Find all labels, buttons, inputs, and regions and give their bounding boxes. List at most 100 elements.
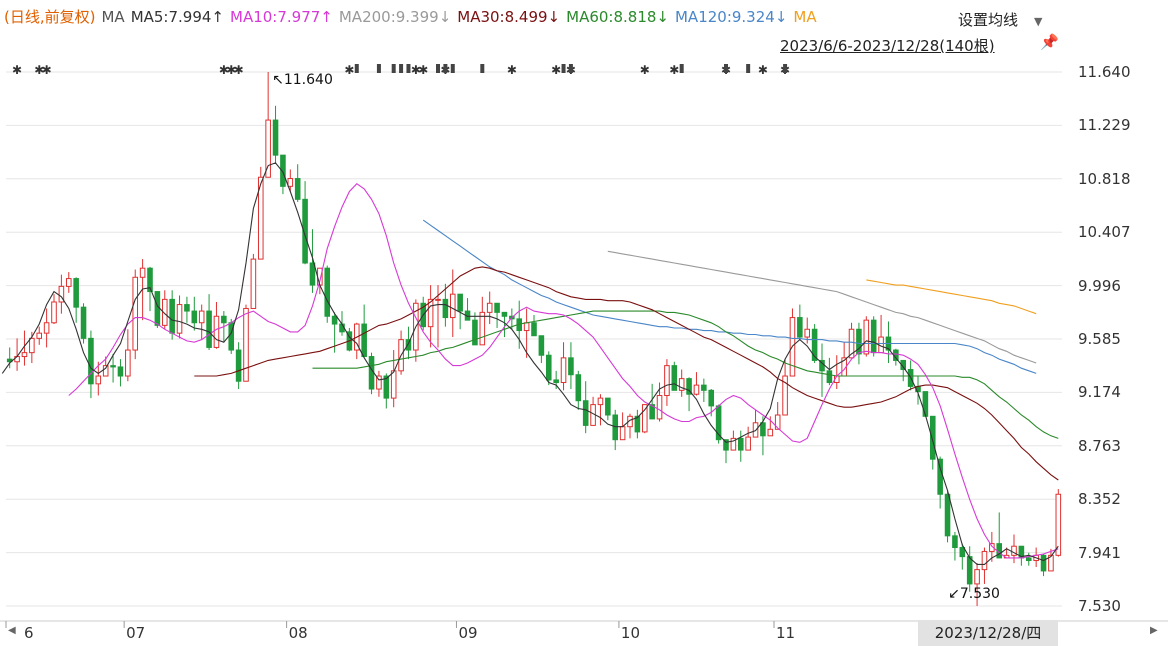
candle-117 [870,316,877,357]
candle-16 [125,329,131,382]
candle-71 [531,314,537,337]
signal-bar-2 [391,64,396,73]
candle-32 [243,304,249,382]
candle-112 [833,355,840,390]
signal-bar-8 [480,64,485,73]
candle-99 [737,430,744,462]
candle-52 [390,350,397,408]
candle-121 [900,359,907,382]
signal-bar-7 [450,64,455,73]
candle-81 [605,397,611,421]
candle-65 [486,291,493,325]
candle-43 [324,265,331,323]
candle-4 [36,326,43,345]
signal-bar-11 [679,64,684,73]
candle-9 [73,277,79,323]
candle-10 [80,303,87,344]
x-tick-1: 07 [126,624,146,642]
scroll-left-icon[interactable]: ◀ [8,625,16,636]
x-tick-2: 08 [288,624,308,642]
candle-124 [922,391,929,417]
signal-bar-13 [746,64,751,73]
candle-94 [701,378,707,403]
candle-119 [885,321,892,364]
candle-82 [612,409,619,451]
signal-bar-14 [783,64,788,73]
candlestick-chart[interactable]: ✱✱✱✱✱✱✱✱✱✱✱✱✱✱✱✱✱✱ [0,0,1168,646]
y-tick-6: 9.174 [1078,383,1121,402]
signal-star-10: ✱ [507,63,517,77]
candle-90 [671,361,678,391]
candle-8 [65,272,72,293]
signal-markers: ✱✱✱✱✱✱✱✱✱✱✱✱✱✱✱✱✱✱ [12,63,790,77]
candle-107 [797,304,803,340]
candle-75 [560,342,567,391]
candle-25 [191,296,198,331]
signal-star-11: ✱ [551,63,561,77]
candle-7 [58,274,65,314]
candle-60 [449,269,456,338]
candle-111 [826,357,833,386]
current-date-box: 2023/12/28/四 [918,620,1058,646]
signal-star-13: ✱ [640,63,650,77]
scroll-right-icon[interactable]: ▶ [1150,625,1158,636]
candle-66 [494,302,500,328]
candle-41 [309,229,316,293]
candle-17 [132,269,139,360]
signal-bar-9 [561,64,566,73]
candle-100 [745,426,751,451]
candle-48 [361,304,367,358]
candle-132 [981,547,988,584]
candle-39 [294,164,301,202]
signal-bar-3 [399,64,404,73]
candle-47 [353,322,360,360]
candle-128 [952,531,958,561]
candle-105 [782,359,788,416]
signal-star-5: ✱ [234,63,244,77]
candle-76 [568,342,574,390]
signal-bar-0 [354,64,359,73]
candle-77 [575,370,582,410]
x-tick-3: 09 [458,624,478,642]
signal-bar-4 [406,64,411,73]
x-tick-5: 11 [776,624,796,642]
candle-84 [627,413,633,439]
signal-star-0: ✱ [12,63,22,77]
ma120-line [422,219,1037,374]
signal-bar-12 [724,64,728,73]
signal-star-6: ✱ [344,63,354,77]
signal-bar-5 [436,64,440,73]
candle-101 [752,409,759,438]
signal-star-14: ✱ [669,63,679,77]
candle-104 [774,402,781,430]
candle-49 [368,352,375,395]
ma250-line [866,279,1037,315]
candle-40 [302,181,308,265]
signal-star-16: ✱ [758,63,768,77]
chart-window: (日线,前复权) MA MA5:7.994↑ MA10:7.977↑ MA200:9.3… [0,0,1168,646]
candle-15 [117,359,124,387]
ma-lines [1,162,1059,565]
candle-85 [634,409,641,439]
y-tick-9: 7.941 [1078,543,1121,562]
candle-33 [250,253,257,309]
candle-50 [376,370,382,397]
candle-93 [693,372,700,396]
signal-bar-6 [443,64,448,73]
candle-6 [51,294,57,325]
candle-92 [686,377,692,412]
candle-5 [43,308,50,348]
candle-80 [597,394,604,426]
candle-35 [265,72,271,178]
y-tick-0: 11.640 [1078,63,1131,81]
candle-136 [1011,534,1017,564]
candle-21 [161,290,168,330]
candle-140 [1040,554,1047,577]
y-tick-1: 11.229 [1078,116,1131,135]
low-annotation: ↙7.530 [948,586,1000,602]
high-annotation: ↖11.640 [272,72,333,88]
ma60-line [312,310,1059,439]
signal-bar-10 [568,64,573,73]
candle-97 [723,439,729,464]
y-tick-4: 9.996 [1078,276,1121,295]
